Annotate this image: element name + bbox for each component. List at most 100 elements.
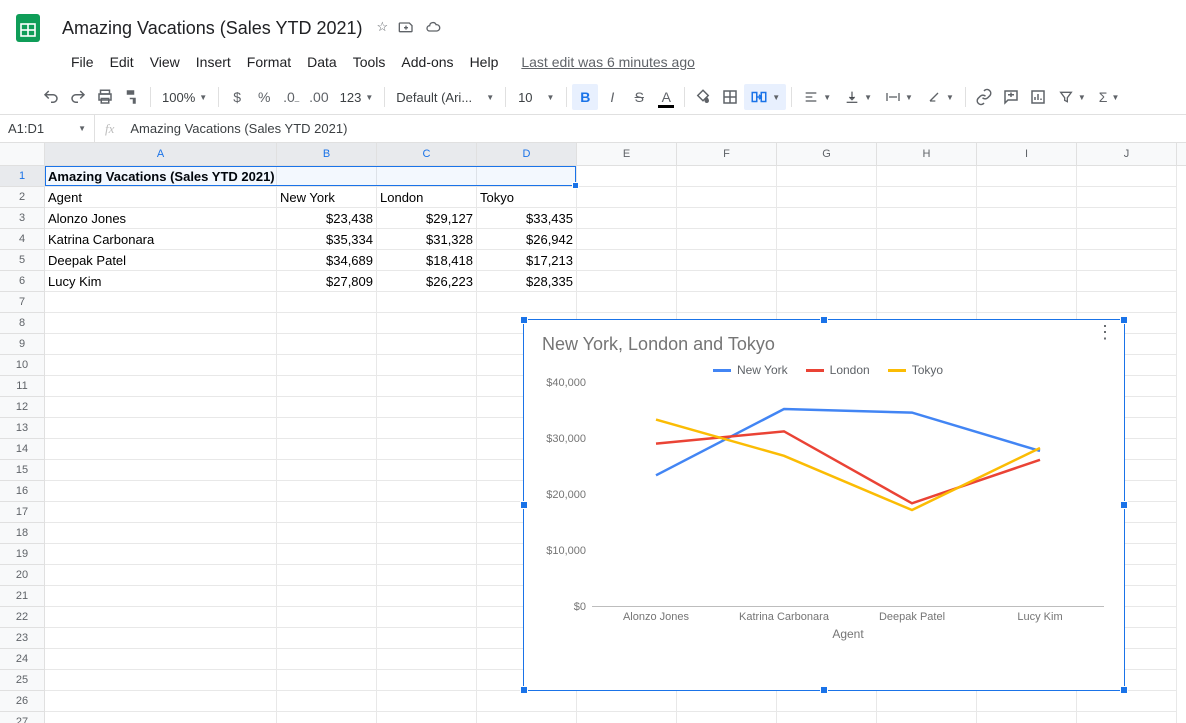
cell-B15[interactable] [277, 460, 377, 481]
cell-G2[interactable] [777, 187, 877, 208]
cell-B12[interactable] [277, 397, 377, 418]
cell-C4[interactable]: $31,328 [377, 229, 477, 250]
cell-H26[interactable] [877, 691, 977, 712]
cell-A15[interactable] [45, 460, 277, 481]
cell-B9[interactable] [277, 334, 377, 355]
cell-B11[interactable] [277, 376, 377, 397]
percent-button[interactable]: % [251, 84, 277, 110]
row-header-12[interactable]: 12 [0, 397, 44, 418]
cell-D3[interactable]: $33,435 [477, 208, 577, 229]
col-header-I[interactable]: I [977, 143, 1077, 165]
borders-button[interactable] [717, 84, 743, 110]
cell-A14[interactable] [45, 439, 277, 460]
cell-A8[interactable] [45, 313, 277, 334]
cell-J3[interactable] [1077, 208, 1177, 229]
cell-C10[interactable] [377, 355, 477, 376]
cell-J1[interactable] [1077, 166, 1177, 187]
cell-G26[interactable] [777, 691, 877, 712]
cell-F7[interactable] [677, 292, 777, 313]
menu-insert[interactable]: Insert [189, 50, 238, 74]
row-header-9[interactable]: 9 [0, 334, 44, 355]
row-header-15[interactable]: 15 [0, 460, 44, 481]
cell-B19[interactable] [277, 544, 377, 565]
row-header-7[interactable]: 7 [0, 292, 44, 313]
cell-D5[interactable]: $17,213 [477, 250, 577, 271]
row-header-19[interactable]: 19 [0, 544, 44, 565]
cell-E6[interactable] [577, 271, 677, 292]
col-header-J[interactable]: J [1077, 143, 1177, 165]
cell-H6[interactable] [877, 271, 977, 292]
cell-A3[interactable]: Alonzo Jones [45, 208, 277, 229]
cell-J5[interactable] [1077, 250, 1177, 271]
cell-I26[interactable] [977, 691, 1077, 712]
h-align-button[interactable]: ▼ [797, 84, 837, 110]
cell-J2[interactable] [1077, 187, 1177, 208]
row-header-5[interactable]: 5 [0, 250, 44, 271]
print-button[interactable] [92, 84, 118, 110]
cell-C24[interactable] [377, 649, 477, 670]
cell-A16[interactable] [45, 481, 277, 502]
cell-A21[interactable] [45, 586, 277, 607]
row-header-17[interactable]: 17 [0, 502, 44, 523]
cell-J7[interactable] [1077, 292, 1177, 313]
cell-A6[interactable]: Lucy Kim [45, 271, 277, 292]
cell-I7[interactable] [977, 292, 1077, 313]
cell-B5[interactable]: $34,689 [277, 250, 377, 271]
cell-B25[interactable] [277, 670, 377, 691]
cell-A4[interactable]: Katrina Carbonara [45, 229, 277, 250]
cell-B6[interactable]: $27,809 [277, 271, 377, 292]
cell-B21[interactable] [277, 586, 377, 607]
cell-A12[interactable] [45, 397, 277, 418]
row-header-6[interactable]: 6 [0, 271, 44, 292]
cell-A20[interactable] [45, 565, 277, 586]
menu-format[interactable]: Format [240, 50, 298, 74]
cell-C5[interactable]: $18,418 [377, 250, 477, 271]
cell-B4[interactable]: $35,334 [277, 229, 377, 250]
cell-A26[interactable] [45, 691, 277, 712]
cell-B16[interactable] [277, 481, 377, 502]
cell-D4[interactable]: $26,942 [477, 229, 577, 250]
cell-B20[interactable] [277, 565, 377, 586]
cell-A1[interactable]: Amazing Vacations (Sales YTD 2021) [45, 166, 277, 187]
cell-G7[interactable] [777, 292, 877, 313]
cell-F3[interactable] [677, 208, 777, 229]
col-header-F[interactable]: F [677, 143, 777, 165]
rotate-button[interactable]: ▼ [920, 84, 960, 110]
cell-B13[interactable] [277, 418, 377, 439]
v-align-button[interactable]: ▼ [838, 84, 878, 110]
paint-format-button[interactable] [119, 84, 145, 110]
cell-H5[interactable] [877, 250, 977, 271]
cell-C3[interactable]: $29,127 [377, 208, 477, 229]
row-header-13[interactable]: 13 [0, 418, 44, 439]
cell-A5[interactable]: Deepak Patel [45, 250, 277, 271]
chart-object[interactable]: ⋮ New York, London and Tokyo New YorkLon… [523, 319, 1125, 691]
chart-menu-icon[interactable]: ⋮ [1096, 330, 1114, 334]
cell-A13[interactable] [45, 418, 277, 439]
cell-A17[interactable] [45, 502, 277, 523]
italic-button[interactable]: I [599, 84, 625, 110]
cell-J4[interactable] [1077, 229, 1177, 250]
menu-help[interactable]: Help [463, 50, 506, 74]
row-header-26[interactable]: 26 [0, 691, 44, 712]
cell-H2[interactable] [877, 187, 977, 208]
cell-C8[interactable] [377, 313, 477, 334]
menu-edit[interactable]: Edit [103, 50, 141, 74]
merge-cells-button[interactable]: ▼ [744, 84, 786, 110]
cell-B17[interactable] [277, 502, 377, 523]
decrease-decimal-button[interactable]: .0_ [278, 84, 304, 110]
cell-F1[interactable] [677, 166, 777, 187]
col-header-D[interactable]: D [477, 143, 577, 165]
chart-button[interactable] [1025, 84, 1051, 110]
cell-A22[interactable] [45, 607, 277, 628]
menu-tools[interactable]: Tools [346, 50, 393, 74]
cell-H1[interactable] [877, 166, 977, 187]
cell-C7[interactable] [377, 292, 477, 313]
cell-I3[interactable] [977, 208, 1077, 229]
row-header-14[interactable]: 14 [0, 439, 44, 460]
font-size-dropdown[interactable]: 10▼ [511, 84, 561, 110]
cell-H7[interactable] [877, 292, 977, 313]
row-header-22[interactable]: 22 [0, 607, 44, 628]
col-header-C[interactable]: C [377, 143, 477, 165]
text-color-button[interactable]: A [653, 84, 679, 110]
name-box[interactable]: A1:D1▼ [0, 115, 95, 142]
